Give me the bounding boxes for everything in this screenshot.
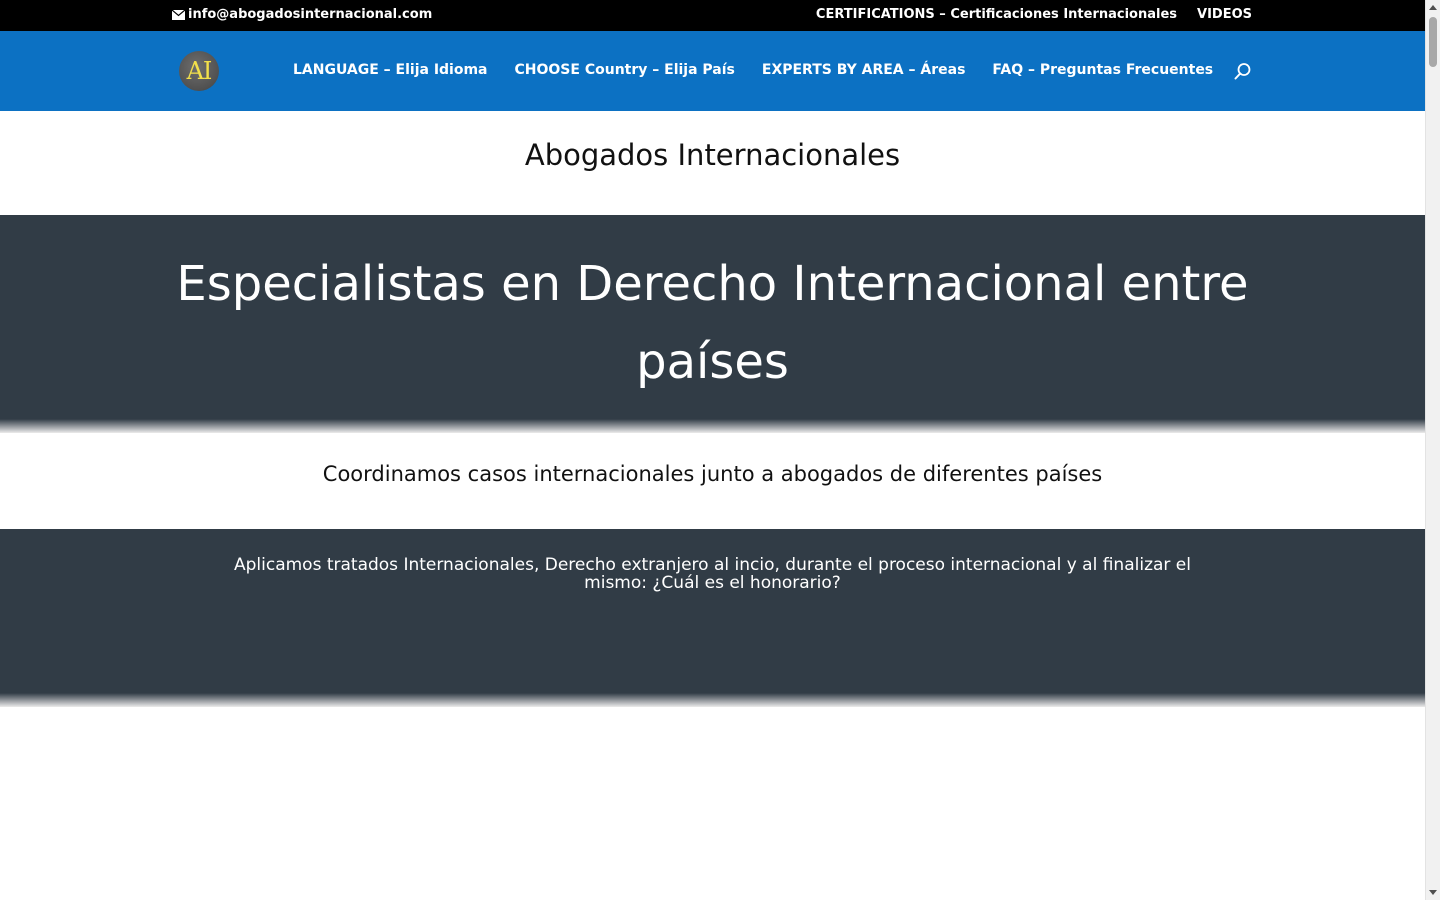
site-logo[interactable]: AI [179,51,219,91]
nav-language[interactable]: LANGUAGE – Elija Idioma [293,62,488,78]
info-text: Aplicamos tratados Internacionales, Dere… [233,555,1191,593]
main-nav: LANGUAGE – Elija Idioma CHOOSE Country –… [293,62,1213,78]
nav-choose-country[interactable]: CHOOSE Country – Elija País [515,62,735,78]
page: info@abogadosinternacional.com CERTIFICA… [0,0,1425,900]
scroll-down-arrow-icon[interactable] [1429,890,1437,895]
search-icon[interactable] [1233,62,1253,82]
main-header: AI LANGUAGE – Elija Idioma CHOOSE Countr… [0,31,1425,111]
page-title: Abogados Internacionales [524,138,901,172]
hero-heading: Especialistas en Derecho Internacional e… [176,256,1249,390]
nav-faq[interactable]: FAQ – Preguntas Frecuentes [992,62,1213,78]
hero-divider [0,419,1425,433]
info-section: Aplicamos tratados Internacionales, Dere… [0,529,1425,707]
page-scrollbar[interactable] [1425,0,1440,900]
top-nav: CERTIFICATIONS – Certificaciones Interna… [816,7,1252,22]
mail-icon [172,9,185,20]
top-nav-certifications[interactable]: CERTIFICATIONS – Certificaciones Interna… [816,7,1177,22]
logo-text: AI [186,57,213,85]
top-bar: info@abogadosinternacional.com CERTIFICA… [0,0,1425,31]
nav-experts-by-area[interactable]: EXPERTS BY AREA – Áreas [762,62,966,78]
scroll-thumb[interactable] [1429,17,1437,67]
subtitle: Coordinamos casos internacionales junto … [322,462,1103,486]
top-nav-videos[interactable]: VIDEOS [1197,7,1252,22]
email-text: info@abogadosinternacional.com [188,7,433,22]
hero-section: Especialistas en Derecho Internacional e… [0,215,1425,433]
info-divider [0,693,1425,707]
scroll-up-arrow-icon[interactable] [1429,5,1437,10]
email-link[interactable]: info@abogadosinternacional.com [172,7,432,22]
